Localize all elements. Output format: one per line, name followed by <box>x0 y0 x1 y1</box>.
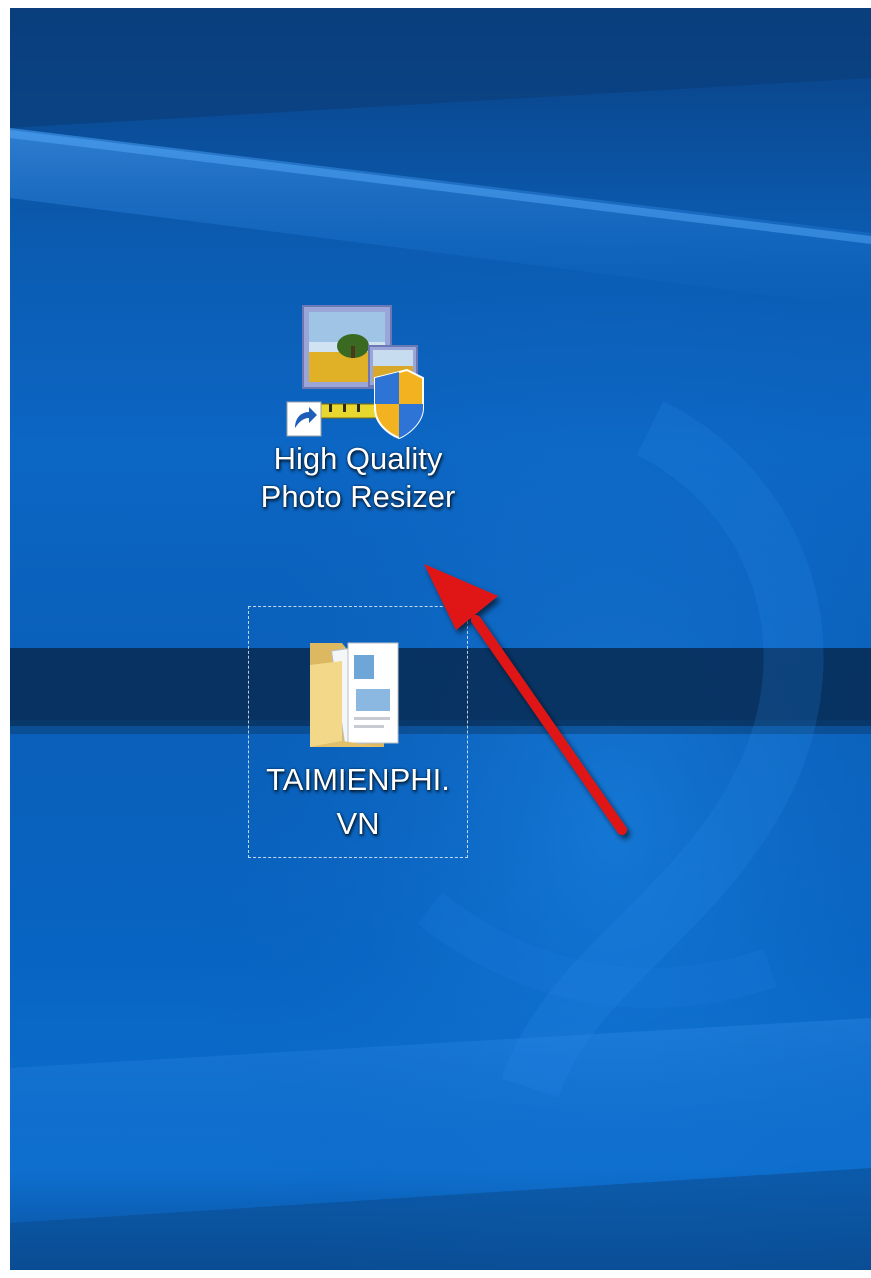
desktop-icon-taimienphi-folder[interactable]: TAIMIENPHI. VN <box>248 606 468 858</box>
icon-label-line-2: VN <box>336 806 380 841</box>
folder-icon <box>310 642 399 747</box>
icon-label-line-1: TAIMIENPHI. <box>266 762 450 797</box>
icon-label-line-1: High Quality <box>273 441 443 476</box>
desktop-icon-high-quality-photo-resizer[interactable]: High Quality Photo Resizer <box>238 300 478 516</box>
icon-label-line-2: Photo Resizer <box>260 479 456 514</box>
photo-resizer-shortcut-icon <box>286 305 424 440</box>
desktop[interactable]: High Quality Photo Resizer TAIMIENPHI. V… <box>10 8 871 1270</box>
screenshot-frame: High Quality Photo Resizer TAIMIENPHI. V… <box>0 0 871 1278</box>
